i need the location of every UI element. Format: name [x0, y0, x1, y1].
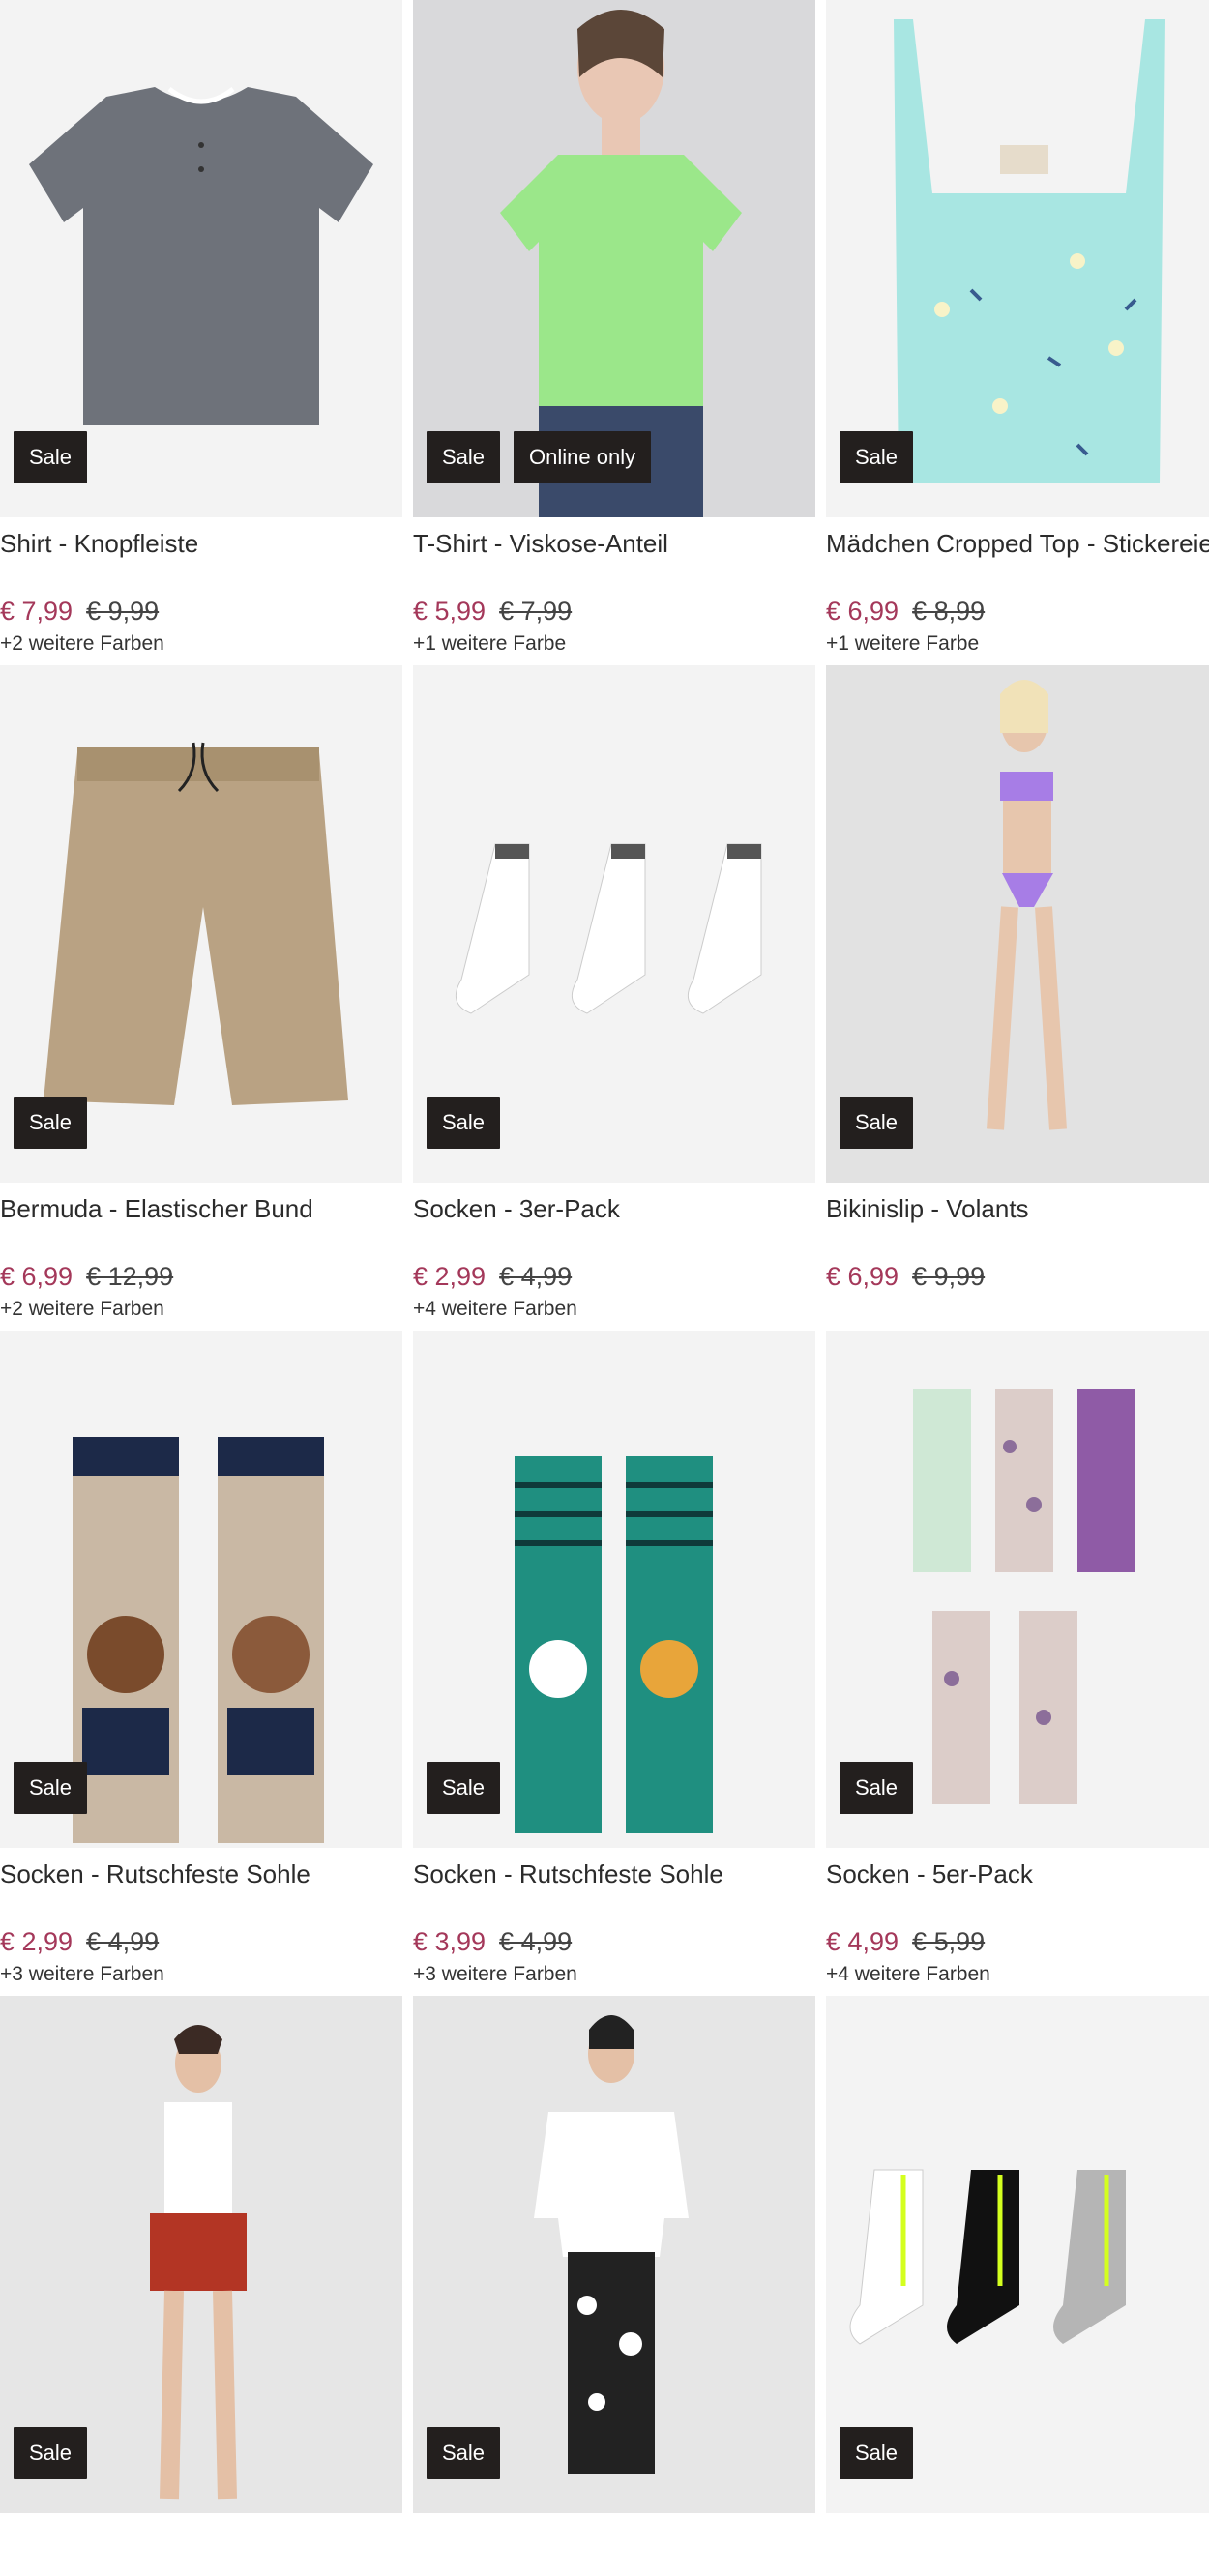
badge-group: Sale [14, 1097, 88, 1149]
original-price: € 7,99 [499, 597, 573, 626]
sale-price: € 4,99 [826, 1927, 899, 1956]
badge-group: Sale [840, 431, 914, 483]
sale-badge: Sale [840, 1097, 914, 1149]
product-card[interactable]: Sale Bermuda - Elastischer Bund € 6,99 € 12… [0, 665, 402, 1331]
product-card[interactable]: Sale [0, 1996, 402, 2576]
product-card[interactable]: Sale Socken - 5er-Pack € 4,99 € 5,99 +4 weit… [826, 1331, 1209, 1996]
product-title[interactable]: Bermuda - Elastischer Bund [0, 1192, 402, 1258]
original-price: € 5,99 [912, 1927, 986, 1956]
sale-price: € 6,99 [826, 597, 899, 626]
product-image[interactable]: Sale [826, 1996, 1209, 2513]
price-row: € 2,99 € 4,99 [413, 1262, 815, 1292]
more-colors-link[interactable]: +4 weitere Farben [826, 1963, 1209, 1986]
sale-badge: Sale [840, 431, 914, 483]
more-colors-link[interactable]: +2 weitere Farben [0, 1298, 402, 1321]
product-title[interactable]: Socken - 3er-Pack [413, 1192, 815, 1258]
sale-badge: Sale [427, 431, 501, 483]
product-card[interactable]: Sale Socken - Rutschfeste Sohle € 2,99 € 4,… [0, 1331, 402, 1996]
more-colors-link[interactable]: +1 weitere Farbe [413, 632, 815, 656]
sale-badge: Sale [427, 1097, 501, 1149]
product-title[interactable]: Socken - Rutschfeste Sohle [413, 1858, 815, 1923]
original-price: € 9,99 [912, 1262, 986, 1291]
price-row: € 2,99 € 4,99 [0, 1927, 402, 1957]
badge-group: Sale [840, 2427, 914, 2479]
product-image[interactable]: Sale [0, 665, 402, 1183]
sale-badge: Sale [840, 2427, 914, 2479]
badge-group: Sale [840, 1097, 914, 1149]
sale-price: € 3,99 [413, 1927, 487, 1956]
product-card[interactable]: Sale Bikinislip - Volants € 6,99 € 9,99 [826, 665, 1209, 1331]
badge-group: Sale [427, 1762, 501, 1814]
sale-price: € 6,99 [826, 1262, 899, 1291]
sale-badge: Sale [14, 431, 88, 483]
product-card[interactable]: Sale Socken - Rutschfeste Sohle € 3,99 € 4,… [413, 1331, 815, 1996]
badge-group: Sale Online only [427, 431, 652, 483]
badge-group: Sale [14, 431, 88, 483]
product-image[interactable]: Sale [0, 0, 402, 517]
product-image[interactable]: Sale [0, 1996, 402, 2513]
product-title[interactable]: Socken - 5er-Pack [826, 1858, 1209, 1923]
sale-price: € 7,99 [0, 597, 74, 626]
product-card[interactable]: Sale Mädchen Cropped Top - Stickereien € 6… [826, 0, 1209, 665]
price-row: € 3,99 € 4,99 [413, 1927, 815, 1957]
product-title[interactable]: Bikinislip - Volants [826, 1192, 1209, 1258]
sale-badge: Sale [14, 1097, 88, 1149]
badge-group: Sale [427, 2427, 501, 2479]
more-colors-link[interactable]: +2 weitere Farben [0, 632, 402, 656]
online-only-badge: Online only [514, 431, 652, 483]
badge-group: Sale [14, 1762, 88, 1814]
price-row: € 5,99 € 7,99 [413, 597, 815, 627]
price-row: € 6,99 € 9,99 [826, 1262, 1209, 1292]
badge-group: Sale [840, 1762, 914, 1814]
original-price: € 12,99 [86, 1262, 174, 1291]
product-title[interactable]: Shirt - Knopfleiste [0, 527, 402, 593]
product-card[interactable]: Sale Online only T-Shirt - Viskose-Anteil €… [413, 0, 815, 665]
sale-price: € 5,99 [413, 597, 487, 626]
product-card[interactable]: Sale [413, 1996, 815, 2576]
product-title[interactable]: Mädchen Cropped Top - Stickereien [826, 527, 1209, 593]
product-card[interactable]: Sale [826, 1996, 1209, 2576]
original-price: € 4,99 [86, 1927, 160, 1956]
product-image[interactable]: Sale [413, 1331, 815, 1848]
badge-group: Sale [427, 1097, 501, 1149]
more-colors-link[interactable]: +3 weitere Farben [413, 1963, 815, 1986]
sale-badge: Sale [14, 2427, 88, 2479]
sale-price: € 2,99 [413, 1262, 487, 1291]
price-row: € 6,99 € 8,99 [826, 597, 1209, 627]
original-price: € 4,99 [499, 1262, 573, 1291]
sale-badge: Sale [840, 1762, 914, 1814]
original-price: € 8,99 [912, 597, 986, 626]
more-colors-link[interactable]: +4 weitere Farben [413, 1298, 815, 1321]
product-image[interactable]: Sale [826, 665, 1209, 1183]
product-image[interactable]: Sale [413, 665, 815, 1183]
product-title[interactable]: Socken - Rutschfeste Sohle [0, 1858, 402, 1923]
price-row: € 6,99 € 12,99 [0, 1262, 402, 1292]
price-row: € 7,99 € 9,99 [0, 597, 402, 627]
sale-price: € 6,99 [0, 1262, 74, 1291]
original-price: € 9,99 [86, 597, 160, 626]
sale-badge: Sale [14, 1762, 88, 1814]
more-colors-link[interactable]: +1 weitere Farbe [826, 632, 1209, 656]
product-card[interactable]: Sale Shirt - Knopfleiste € 7,99 € 9,99 +2 we… [0, 0, 402, 665]
product-title[interactable]: T-Shirt - Viskose-Anteil [413, 527, 815, 593]
sale-badge: Sale [427, 1762, 501, 1814]
original-price: € 4,99 [499, 1927, 573, 1956]
product-image[interactable]: Sale [413, 1996, 815, 2513]
product-card[interactable]: Sale Socken - 3er-Pack € 2,99 € 4,99 +4 weit… [413, 665, 815, 1331]
price-row: € 4,99 € 5,99 [826, 1927, 1209, 1957]
badge-group: Sale [14, 2427, 88, 2479]
product-image[interactable]: Sale [826, 0, 1209, 517]
product-grid: Sale Shirt - Knopfleiste € 7,99 € 9,99 +2 we… [0, 0, 1209, 2576]
sale-price: € 2,99 [0, 1927, 74, 1956]
product-image[interactable]: Sale [826, 1331, 1209, 1848]
more-colors-link[interactable]: +3 weitere Farben [0, 1963, 402, 1986]
product-image[interactable]: Sale [0, 1331, 402, 1848]
sale-badge: Sale [427, 2427, 501, 2479]
product-image[interactable]: Sale Online only [413, 0, 815, 517]
